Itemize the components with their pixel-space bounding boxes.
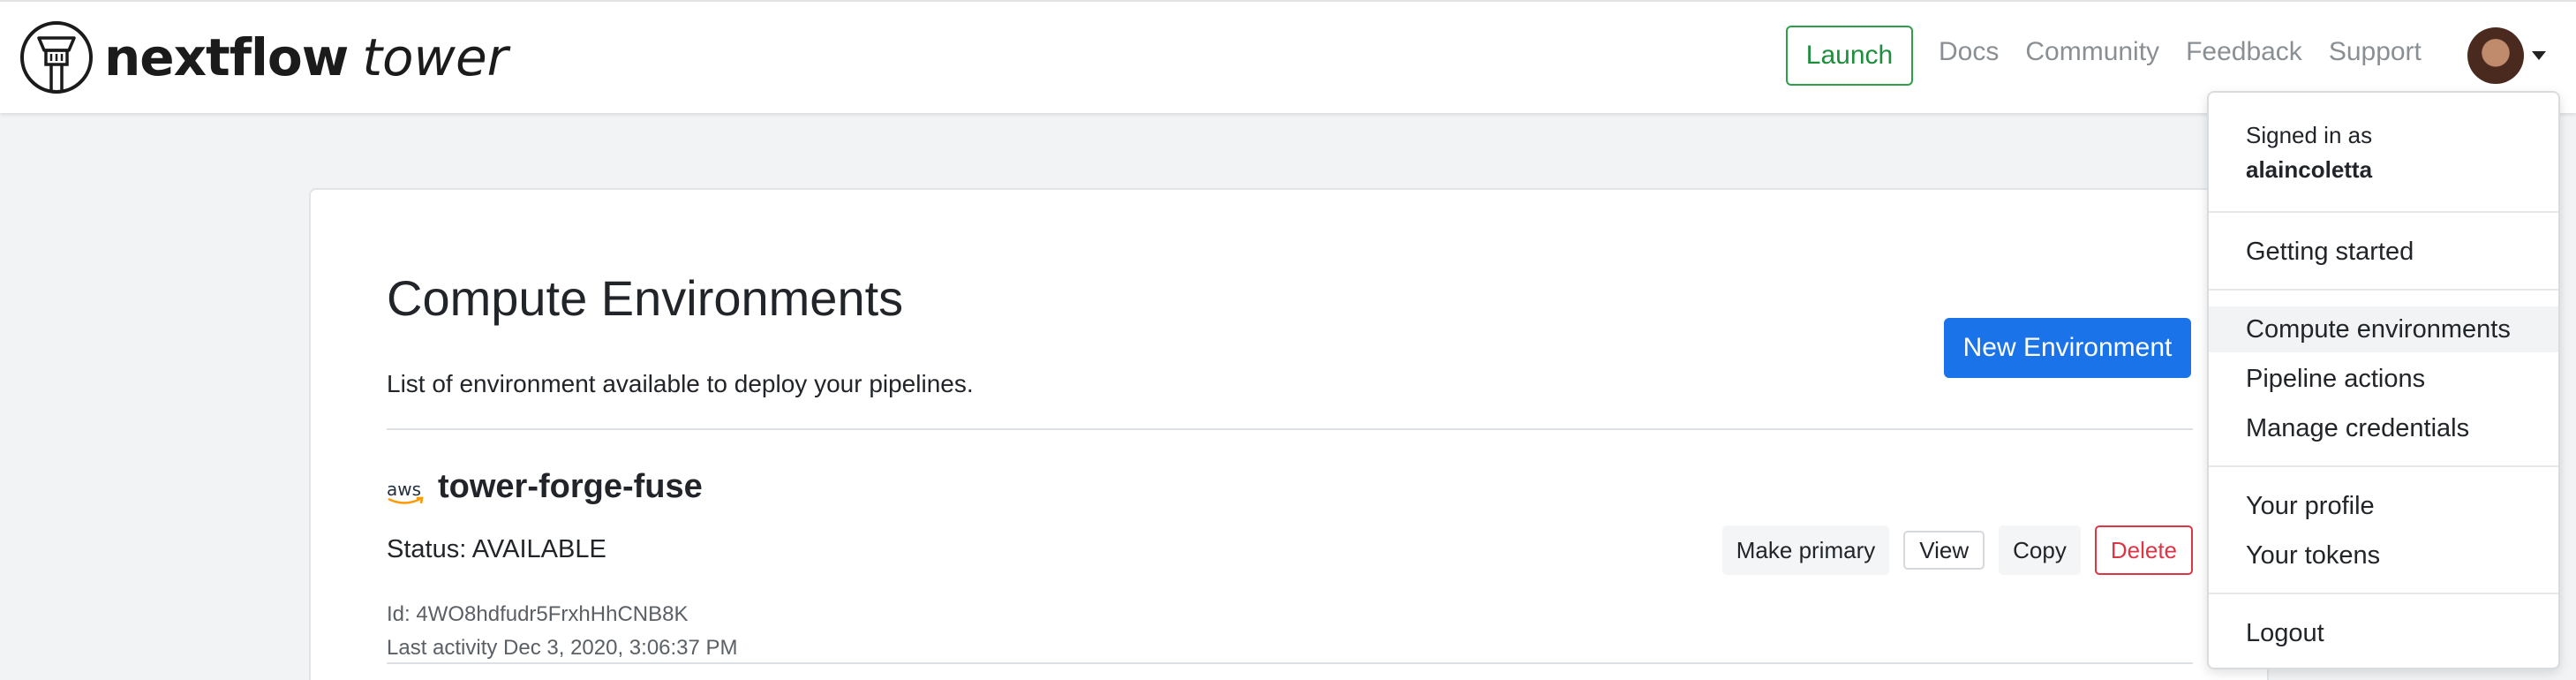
menu-item-getting-started[interactable]: Getting started	[2209, 229, 2558, 275]
environment-name[interactable]: tower-forge-fuse	[438, 468, 703, 506]
user-avatar[interactable]	[2467, 27, 2524, 84]
menu-item-logout[interactable]: Logout	[2209, 610, 2558, 656]
make-primary-button[interactable]: Make primary	[1721, 525, 1890, 575]
environment-row: aws tower-forge-fuse Status: AVAILABLE I…	[387, 459, 2193, 662]
aws-icon-label: aws	[387, 479, 422, 500]
menu-item-manage-credentials[interactable]: Manage credentials	[2209, 405, 2558, 451]
nav-link-support[interactable]: Support	[2329, 37, 2422, 67]
menu-divider	[2209, 289, 2558, 291]
menu-divider	[2209, 593, 2558, 594]
view-button[interactable]: View	[1903, 531, 1985, 570]
divider	[387, 428, 2193, 430]
compute-environments-card: Compute Environments List of environment…	[309, 188, 2269, 680]
user-menu-dropdown: Signed in as alaincoletta Getting starte…	[2207, 91, 2560, 669]
aws-icon: aws	[387, 479, 426, 510]
environment-actions: Make primary View Copy Delete	[1708, 525, 2193, 575]
menu-divider	[2209, 211, 2558, 213]
nav-links: Docs Community Feedback Support	[1939, 37, 2448, 67]
nav-link-feedback[interactable]: Feedback	[2186, 37, 2302, 67]
environment-id: Id: 4WO8hdfudr5FrxhHhCNB8K	[387, 602, 689, 626]
nav-link-community[interactable]: Community	[2025, 37, 2159, 67]
menu-item-pipeline-actions[interactable]: Pipeline actions	[2209, 356, 2558, 402]
delete-button[interactable]: Delete	[2094, 525, 2193, 575]
signed-in-username: alaincoletta	[2246, 156, 2373, 183]
chevron-down-icon[interactable]	[2532, 51, 2546, 60]
menu-item-compute-environments[interactable]: Compute environments	[2209, 306, 2558, 352]
nav-link-docs[interactable]: Docs	[1939, 37, 1999, 67]
brand[interactable]: nextflow tower	[19, 19, 508, 95]
menu-item-your-tokens[interactable]: Your tokens	[2209, 533, 2558, 578]
brand-name: nextflow	[104, 27, 349, 87]
brand-product-name: tower	[362, 27, 508, 87]
menu-item-your-profile[interactable]: Your profile	[2209, 483, 2558, 529]
top-navbar: nextflow tower Launch Docs Community Fee…	[0, 0, 2576, 113]
page-title: Compute Environments	[387, 270, 904, 326]
page-subtitle: List of environment available to deploy …	[387, 370, 974, 397]
copy-button[interactable]: Copy	[1999, 525, 2081, 575]
new-environment-button[interactable]: New Environment	[1944, 318, 2191, 378]
menu-divider	[2209, 465, 2558, 467]
environment-last-activity: Last activity Dec 3, 2020, 3:06:37 PM	[387, 636, 738, 660]
environment-status: Status: AVAILABLE	[387, 535, 606, 563]
signed-in-label: Signed in as	[2246, 122, 2373, 148]
control-tower-logo-icon	[20, 21, 93, 94]
divider	[387, 662, 2193, 664]
launch-button[interactable]: Launch	[1786, 26, 1913, 86]
